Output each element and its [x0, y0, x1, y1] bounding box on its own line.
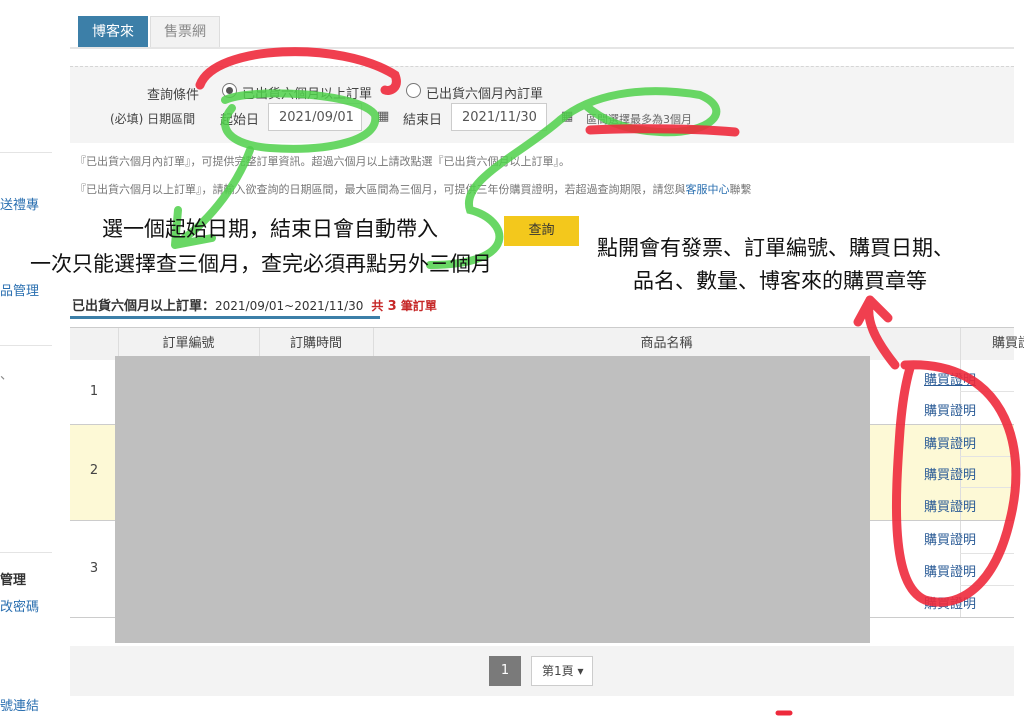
annotation-marks: [171, 47, 1021, 716]
annotation-start-date: 選一個起始日期，結束日會自動帶入: [102, 217, 438, 241]
red-marker-arc: [195, 47, 401, 95]
red-marker-arrow-up: [853, 295, 900, 370]
annotation-proof-details-2: 品名、數量、博客來的購買章等: [633, 269, 927, 293]
red-marker-ellipse: [891, 360, 1021, 607]
annotation-three-month-limit: 一次只能選擇查三個月，查完必須再點另外三個月: [30, 252, 492, 276]
annotation-proof-details-1: 點開會有發票、訂單編號、購買日期、: [597, 236, 954, 260]
red-marker-underline: [585, 124, 740, 137]
green-marker-circle: [221, 89, 380, 153]
